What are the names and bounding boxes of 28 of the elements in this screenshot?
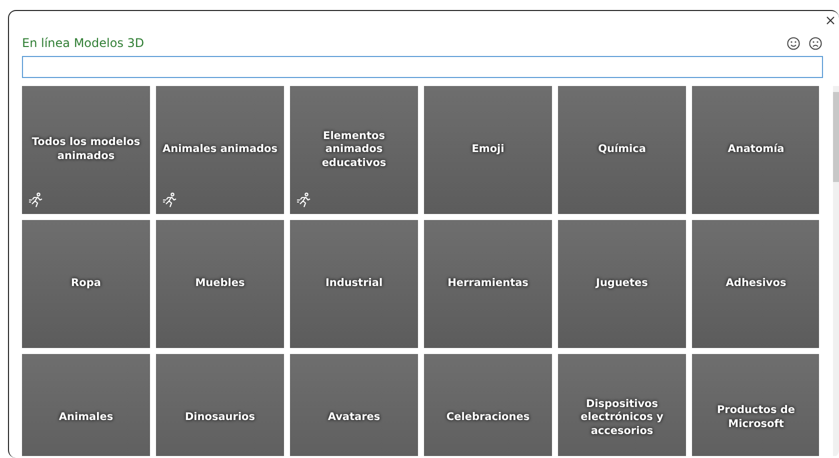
- category-tile[interactable]: Animales: [22, 354, 150, 456]
- frown-icon[interactable]: [809, 36, 822, 50]
- search-field[interactable]: [22, 56, 823, 78]
- scrollbar[interactable]: [833, 86, 839, 456]
- category-tile[interactable]: Adhesivos: [692, 220, 819, 348]
- category-tile[interactable]: Emoji: [424, 86, 552, 214]
- category-tile[interactable]: Anatomía: [692, 86, 819, 214]
- category-tile[interactable]: Celebraciones: [424, 354, 552, 456]
- category-tile[interactable]: Elementos animados educativos: [290, 86, 418, 214]
- dialog-title: En línea Modelos 3D: [22, 36, 144, 50]
- close-icon[interactable]: [826, 16, 835, 25]
- category-tile[interactable]: Productos de Microsoft: [692, 354, 819, 456]
- running-person-icon: [28, 192, 44, 208]
- scrollbar-thumb[interactable]: [833, 92, 839, 182]
- category-tile[interactable]: Herramientas: [424, 220, 552, 348]
- category-tile[interactable]: Dinosaurios: [156, 354, 284, 456]
- category-tile[interactable]: Dispositivos electrónicos y accesorios: [558, 354, 686, 456]
- category-tile[interactable]: Avatares: [290, 354, 418, 456]
- category-tile[interactable]: Industrial: [290, 220, 418, 348]
- category-tile[interactable]: Ropa: [22, 220, 150, 348]
- category-tile[interactable]: Muebles: [156, 220, 284, 348]
- running-person-icon: [296, 192, 312, 208]
- running-person-icon: [162, 192, 178, 208]
- category-tile[interactable]: Juguetes: [558, 220, 686, 348]
- category-tile[interactable]: Todos los modelos animados: [22, 86, 150, 214]
- smile-icon[interactable]: [787, 36, 800, 50]
- category-tile[interactable]: Química: [558, 86, 686, 214]
- category-tile[interactable]: Animales animados: [156, 86, 284, 214]
